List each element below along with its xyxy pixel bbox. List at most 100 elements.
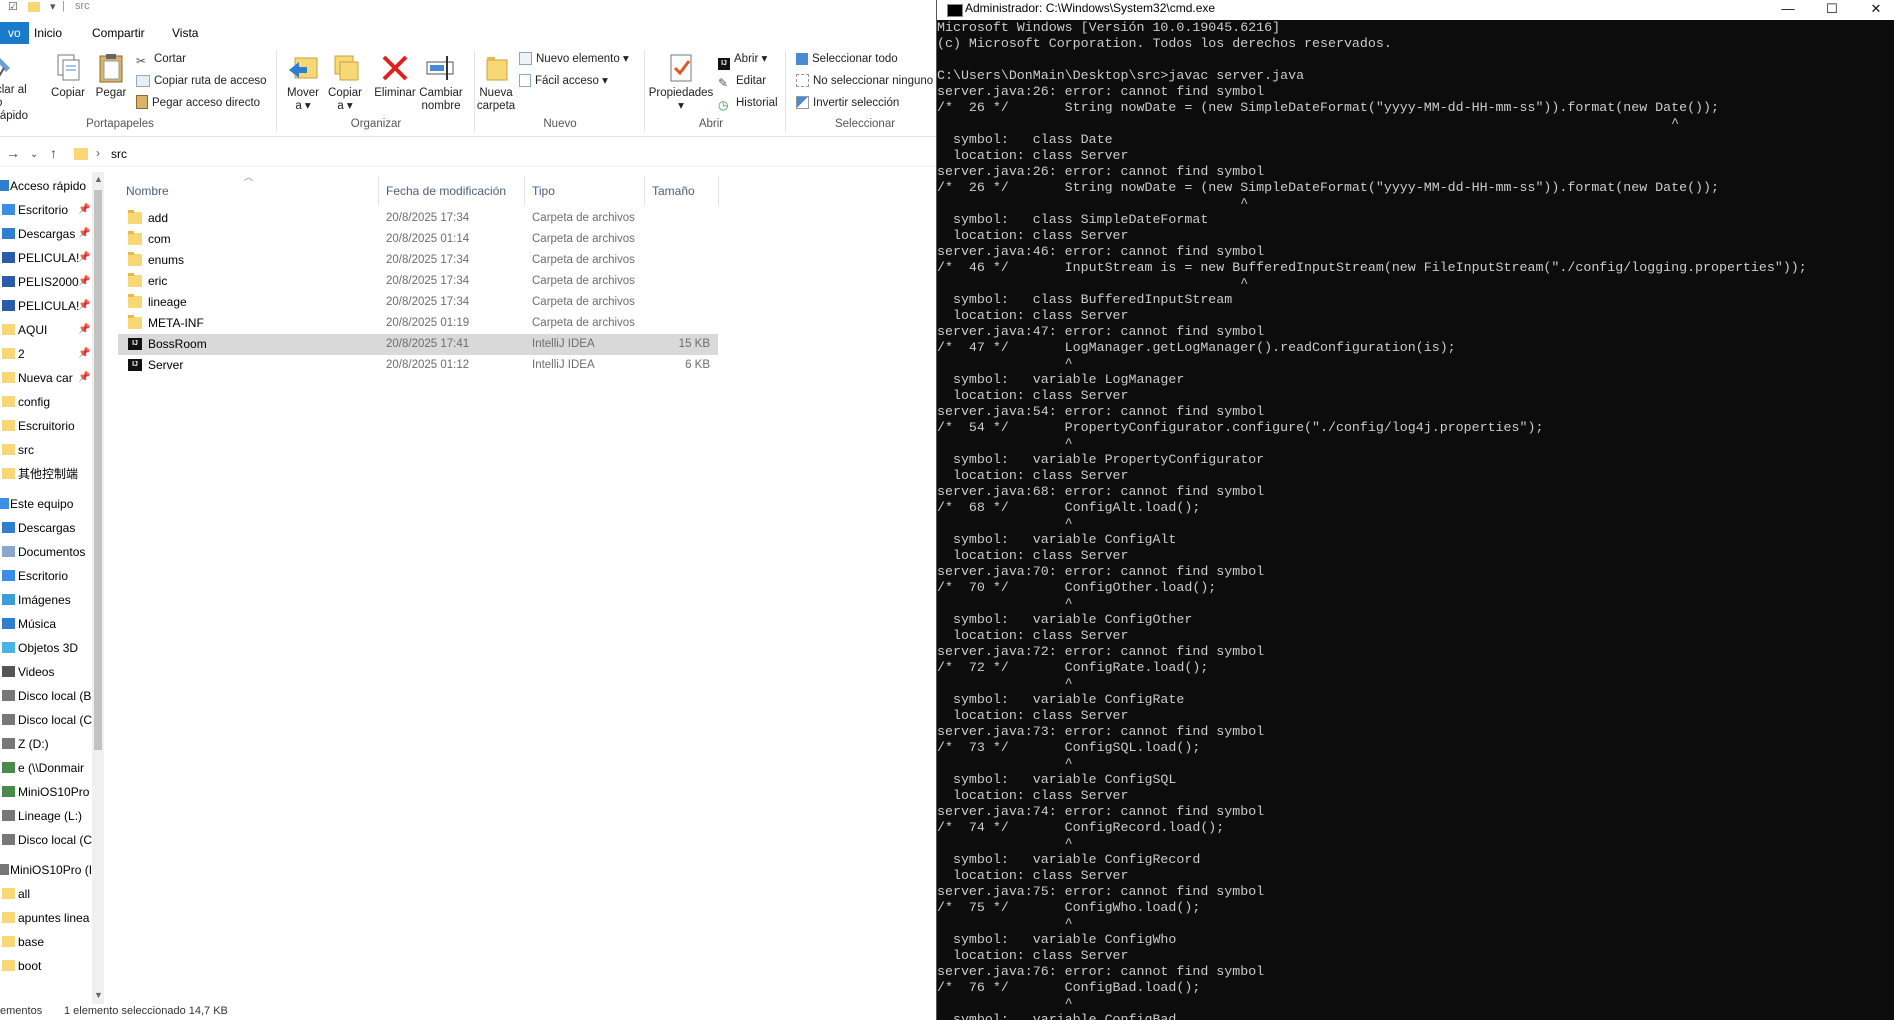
copy-to-icon (329, 52, 361, 84)
tab-vista[interactable]: Vista (164, 22, 206, 44)
scroll-down-icon[interactable]: ▼ (94, 990, 103, 1000)
nav-item[interactable]: PELIS2000 📌 (0, 270, 92, 294)
recent-dropdown-icon[interactable]: ⌄ (30, 149, 38, 160)
nav-item[interactable]: apuntes linea (0, 906, 92, 930)
explorer-titlebar: ☑ ▾ | src (0, 0, 936, 14)
nav-item[interactable]: Escruitorio (0, 414, 92, 438)
back-arrow-icon[interactable]: → (6, 145, 20, 161)
copy-to-button[interactable]: Copiar a ▾ (325, 52, 365, 113)
nav-item[interactable]: Disco local (C (0, 828, 92, 852)
column-header-name[interactable]: Nombre (126, 176, 169, 206)
nav-item[interactable]: Disco local (C (0, 708, 92, 732)
folder-quick-icon[interactable] (28, 2, 40, 12)
properties-icon (665, 52, 697, 84)
open-button[interactable]: IJ Abrir ▾ (718, 50, 767, 70)
paste-shortcut-button[interactable]: Pegar acceso directo (136, 94, 260, 112)
file-row[interactable]: lineage 20/8/2025 17:34 Carpeta de archivo… (118, 292, 718, 313)
move-to-button[interactable]: Mover a ▾ (283, 52, 323, 113)
select-none-button[interactable]: No seleccionar ninguno (796, 72, 933, 90)
nav-item[interactable]: PELICULA! 📌 (0, 294, 92, 318)
properties-quick-icon[interactable]: ☑ (8, 0, 18, 13)
nav-item[interactable]: config (0, 390, 92, 414)
rename-button[interactable]: Cambiar nombre (418, 52, 464, 113)
nav-item[interactable]: PELICULA! 📌 (0, 246, 92, 270)
easy-access-button[interactable]: Fácil acceso ▾ (519, 72, 608, 90)
new-item-button[interactable]: Nuevo elemento ▾ (519, 50, 629, 68)
nav-item[interactable]: Música (0, 612, 92, 636)
breadcrumb-src[interactable]: src (111, 147, 127, 161)
nav-item[interactable]: src (0, 438, 92, 462)
paste-button[interactable]: Pegar (92, 52, 130, 100)
cmd-line: location: class Server (937, 308, 1129, 323)
folder-icon (2, 960, 15, 971)
nav-item[interactable]: Descargas 📌 (0, 222, 92, 246)
nav-item[interactable]: Disco local (B (0, 684, 92, 708)
nav-item[interactable]: MiniOS10Pro (I (0, 858, 92, 882)
file-row[interactable]: IJ Server 20/8/2025 01:12 IntelliJ IDEA 6 KB (118, 355, 718, 376)
file-row[interactable]: IJ BossRoom 20/8/2025 17:41 IntelliJ IDEA 15… (118, 334, 718, 355)
minimize-icon[interactable]: — (1765, 0, 1811, 20)
nav-item[interactable]: Escritorio 📌 (0, 198, 92, 222)
cmd-line: /* 26 */ String nowDate = (new SimpleDat… (937, 100, 1719, 115)
nav-item[interactable]: 其他控制端 (0, 462, 92, 486)
cmd-output[interactable]: Microsoft Windows [Versión 10.0.19045.62… (937, 20, 1894, 1020)
tab-inicio[interactable]: Inicio (26, 22, 70, 44)
nav-item-label: Descargas (18, 521, 76, 535)
scroll-up-icon[interactable]: ▲ (94, 174, 103, 184)
file-type: Carpeta de archivos (532, 212, 635, 224)
pin-quick-access-button[interactable]: clar al o rápido (0, 52, 32, 123)
history-button[interactable]: ◷ Historial (718, 94, 778, 112)
nav-item[interactable]: Objetos 3D (0, 636, 92, 660)
file-type: Carpeta de archivos (532, 233, 635, 245)
column-header-date[interactable]: Fecha de modificación (386, 176, 506, 206)
close-icon[interactable]: ✕ (1853, 0, 1894, 20)
drive-icon (2, 810, 15, 821)
cmd-line (937, 52, 1894, 68)
pin-icon: 📌 (78, 228, 91, 239)
select-all-button[interactable]: Seleccionar todo (796, 50, 898, 68)
tab-archivo[interactable]: vo (0, 22, 29, 44)
nav-item[interactable]: Descargas (0, 516, 92, 540)
nav-item[interactable]: Nueva car 📌 (0, 366, 92, 390)
nav-item[interactable]: base (0, 930, 92, 954)
new-folder-button[interactable]: Nueva carpeta (474, 52, 518, 113)
maximize-icon[interactable]: ☐ (1809, 0, 1855, 20)
file-row[interactable]: enums 20/8/2025 17:34 Carpeta de archivos (118, 250, 718, 271)
file-row[interactable]: META-INF 20/8/2025 01:19 Carpeta de archiv… (118, 313, 718, 334)
delete-button[interactable]: Eliminar (373, 52, 417, 100)
file-date: 20/8/2025 01:14 (386, 233, 470, 245)
cmd-line: symbol: variable LogManager (937, 372, 1185, 387)
properties-button[interactable]: Propiedades ▾ (648, 52, 714, 113)
scrollbar-thumb[interactable] (94, 190, 102, 750)
file-row[interactable]: add 20/8/2025 17:34 Carpeta de archivos (118, 208, 718, 229)
nav-item[interactable]: MiniOS10Pro (0, 780, 92, 804)
nav-item[interactable]: Videos (0, 660, 92, 684)
cut-button[interactable]: ✂ Cortar (136, 50, 186, 68)
tab-compartir[interactable]: Compartir (84, 22, 153, 44)
invert-selection-button[interactable]: Invertir selección (796, 94, 899, 112)
quick-access-dropdown-icon[interactable]: ▾ (50, 0, 56, 13)
nav-item[interactable]: 2 📌 (0, 342, 92, 366)
nav-item[interactable]: Escritorio (0, 564, 92, 588)
nav-item[interactable]: e (\\Donmair (0, 756, 92, 780)
copy-button[interactable]: Copiar (48, 52, 88, 100)
navigation-pane: Acceso rápido Escritorio 📌 Descargas 📌 PELICU… (0, 172, 92, 1012)
file-row[interactable]: com 20/8/2025 01:14 Carpeta de archivos (118, 229, 718, 250)
navigation-scrollbar[interactable]: ▲ ▼ (92, 172, 104, 1004)
nav-item[interactable]: Z (D:) (0, 732, 92, 756)
cmd-line: symbol: class Date (937, 132, 1113, 147)
up-arrow-icon[interactable]: ↑ (50, 145, 57, 161)
nav-item[interactable]: Lineage (L:) (0, 804, 92, 828)
nav-item[interactable]: Este equipo (0, 492, 92, 516)
file-row[interactable]: eric 20/8/2025 17:34 Carpeta de archivos (118, 271, 718, 292)
nav-item[interactable]: Acceso rápido (0, 174, 92, 198)
nav-item[interactable]: AQUI 📌 (0, 318, 92, 342)
nav-item[interactable]: Documentos (0, 540, 92, 564)
column-header-size[interactable]: Tamaño (652, 176, 695, 206)
nav-item[interactable]: boot (0, 954, 92, 978)
nav-item[interactable]: all (0, 882, 92, 906)
copy-path-button[interactable]: Copiar ruta de acceso (136, 72, 267, 90)
nav-item[interactable]: Imágenes (0, 588, 92, 612)
column-header-type[interactable]: Tipo (532, 176, 555, 206)
edit-button[interactable]: ✎ Editar (718, 72, 766, 90)
